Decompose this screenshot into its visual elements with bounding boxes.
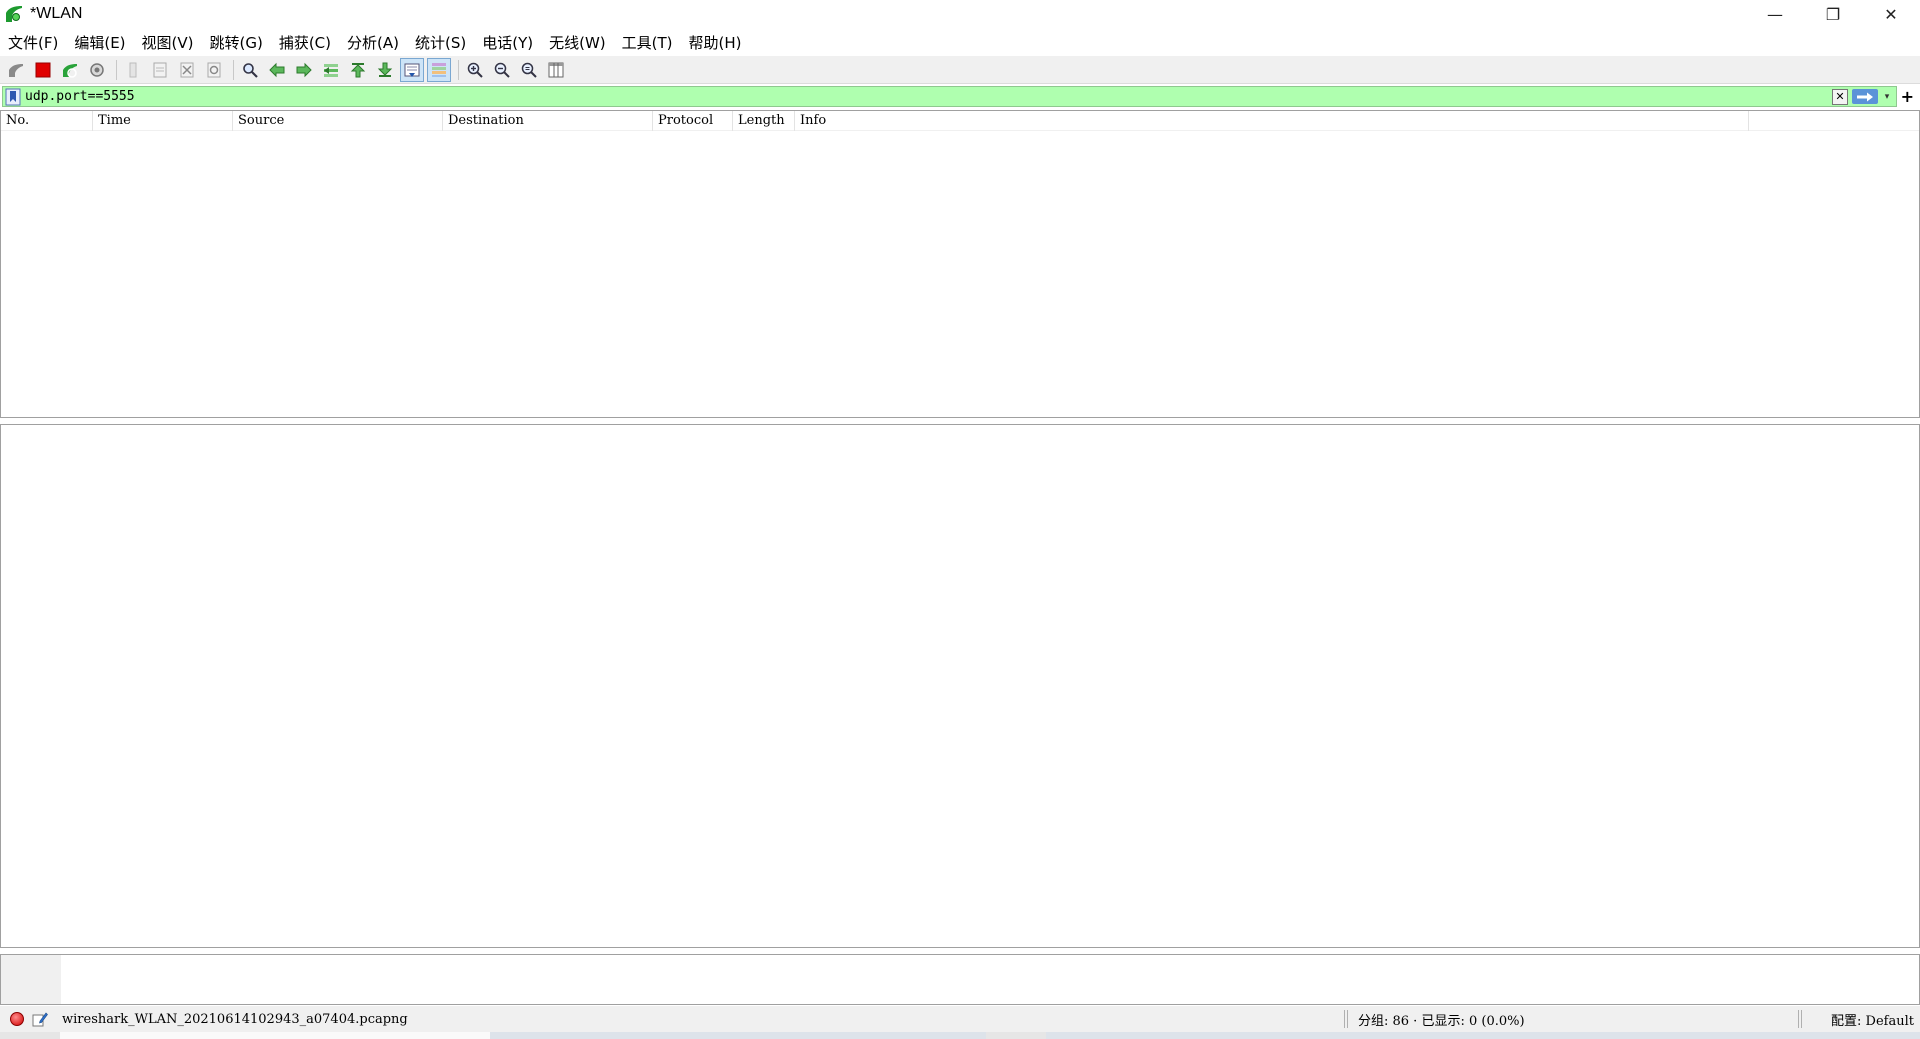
zoom-in-icon[interactable]	[463, 58, 487, 82]
go-first-icon[interactable]	[346, 58, 370, 82]
status-bar: wireshark_WLAN_20210614102943_a07404.pca…	[0, 1006, 1920, 1032]
status-separator	[1798, 1010, 1802, 1028]
packet-details-pane[interactable]	[0, 424, 1920, 948]
packet-list-header: No. Time Source Destination Protocol Len…	[1, 110, 1919, 131]
packet-bytes-pane[interactable]	[0, 954, 1920, 1005]
column-header-length[interactable]: Length	[733, 110, 795, 131]
window-title: *WLAN	[30, 5, 83, 22]
column-header-time[interactable]: Time	[93, 110, 233, 131]
capture-filename: wireshark_WLAN_20210614102943_a07404.pca…	[62, 1011, 408, 1027]
go-forward-icon[interactable]	[292, 58, 316, 82]
stop-capture-icon[interactable]	[31, 58, 55, 82]
title-bar: *WLAN — ❐ ✕	[0, 0, 1920, 28]
toolbar-separator	[233, 59, 234, 80]
restore-button[interactable]: ❐	[1804, 0, 1862, 28]
menu-analyze[interactable]: 分析(A)	[339, 32, 407, 53]
go-back-icon[interactable]	[265, 58, 289, 82]
reload-file-icon[interactable]	[202, 58, 226, 82]
colorize-icon[interactable]	[427, 57, 451, 82]
go-to-packet-icon[interactable]	[319, 58, 343, 82]
apply-filter-icon[interactable]	[1852, 89, 1878, 104]
restart-capture-icon[interactable]	[58, 58, 82, 82]
menu-statistics[interactable]: 统计(S)	[407, 32, 474, 53]
zoom-normal-icon[interactable]	[517, 58, 541, 82]
close-button[interactable]: ✕	[1862, 0, 1920, 28]
status-separator	[1344, 1010, 1348, 1028]
menu-capture[interactable]: 捕获(C)	[271, 32, 339, 53]
menu-edit[interactable]: 编辑(E)	[66, 32, 133, 53]
minimize-button[interactable]: —	[1746, 0, 1804, 28]
save-file-icon[interactable]	[148, 58, 172, 82]
add-filter-button[interactable]: +	[1901, 87, 1914, 106]
clear-filter-icon[interactable]: ✕	[1832, 88, 1848, 105]
resize-columns-icon[interactable]	[544, 58, 568, 82]
menu-wireless[interactable]: 无线(W)	[541, 32, 614, 53]
main-toolbar	[0, 56, 1920, 84]
display-filter-bar: ✕ ▾ +	[0, 86, 1920, 108]
expert-info-icon[interactable]	[10, 1012, 24, 1026]
menu-tools[interactable]: 工具(T)	[614, 32, 681, 53]
column-header-no[interactable]: No.	[1, 110, 93, 131]
menu-file[interactable]: 文件(F)	[0, 32, 66, 53]
configuration-profile[interactable]: 配置: Default	[1831, 1010, 1914, 1029]
capture-options-icon[interactable]	[85, 58, 109, 82]
bytes-offset-column	[1, 955, 61, 1004]
display-filter-box: ✕ ▾	[2, 86, 1897, 107]
toolbar-separator	[458, 59, 459, 80]
taskbar-peek	[0, 1032, 1920, 1039]
menu-bar: 文件(F) 编辑(E) 视图(V) 跳转(G) 捕获(C) 分析(A) 统计(S…	[0, 30, 750, 54]
column-header-destination[interactable]: Destination	[443, 110, 653, 131]
menu-view[interactable]: 视图(V)	[134, 32, 202, 53]
close-file-icon[interactable]	[175, 58, 199, 82]
packet-count-status: 分组: 86 · 已显示: 0 (0.0%)	[1358, 1013, 1525, 1029]
menu-telephony[interactable]: 电话(Y)	[474, 32, 541, 53]
filter-bookmark-icon[interactable]	[5, 88, 21, 106]
filter-history-dropdown-icon[interactable]: ▾	[1880, 89, 1894, 105]
find-packet-icon[interactable]	[238, 58, 262, 82]
start-capture-icon[interactable]	[4, 58, 28, 82]
packet-list-pane[interactable]: No. Time Source Destination Protocol Len…	[0, 110, 1920, 418]
column-header-info[interactable]: Info	[795, 110, 1749, 131]
auto-scroll-icon[interactable]	[400, 57, 424, 82]
column-header-source[interactable]: Source	[233, 110, 443, 131]
menu-help[interactable]: 帮助(H)	[681, 32, 750, 53]
zoom-out-icon[interactable]	[490, 58, 514, 82]
capture-comment-icon[interactable]	[32, 1011, 48, 1027]
display-filter-input[interactable]	[21, 87, 1832, 106]
toolbar-separator	[116, 59, 117, 80]
wireshark-logo-icon	[6, 6, 22, 22]
open-file-icon[interactable]	[121, 58, 145, 82]
menu-go[interactable]: 跳转(G)	[202, 32, 271, 53]
go-last-icon[interactable]	[373, 58, 397, 82]
column-header-protocol[interactable]: Protocol	[653, 110, 733, 131]
